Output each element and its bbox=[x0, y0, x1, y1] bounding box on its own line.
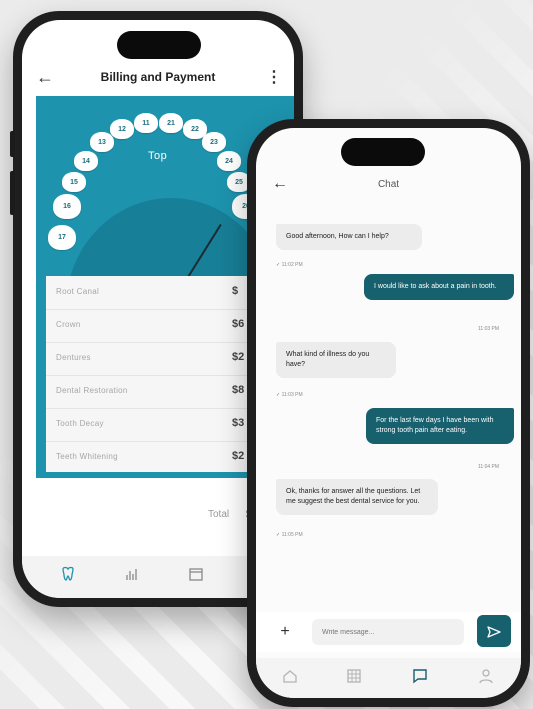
tooth-13[interactable]: 13 bbox=[90, 132, 114, 152]
user-icon[interactable] bbox=[478, 668, 494, 687]
service-price: $2 bbox=[232, 450, 245, 462]
jaw-label: Top bbox=[148, 150, 168, 162]
service-name: Dental Restoration bbox=[56, 386, 128, 395]
message-bubble-received: What kind of illness do you have? bbox=[276, 342, 396, 378]
service-name: Crown bbox=[56, 320, 81, 329]
service-price: $3 bbox=[232, 417, 245, 429]
message-bubble-sent: I would like to ask about a pain in toot… bbox=[364, 274, 514, 300]
service-price: $2 bbox=[232, 351, 245, 363]
tooth-icon[interactable] bbox=[60, 566, 76, 586]
message-bubble-sent: For the last few days I have been with s… bbox=[366, 408, 514, 444]
grid-icon[interactable] bbox=[346, 668, 362, 687]
service-price: $8 bbox=[232, 384, 245, 396]
message-bubble-received: Ok, thanks for answer all the questions.… bbox=[276, 479, 438, 515]
message-input[interactable] bbox=[312, 619, 464, 645]
chat-phone: ← Chat Good afternoon, How can I help? ✓… bbox=[247, 119, 530, 707]
message-composer: + bbox=[256, 612, 521, 652]
page-title: Chat bbox=[377, 179, 400, 190]
phone-volume-button bbox=[10, 171, 15, 215]
tooth-14[interactable]: 14 bbox=[74, 151, 98, 171]
tooth-16[interactable]: 16 bbox=[53, 194, 81, 219]
message-time: ✓ 11:02 PM bbox=[276, 262, 303, 268]
billing-header: ← Billing and Payment ⋮ bbox=[22, 60, 294, 100]
service-price: $6 bbox=[232, 318, 245, 330]
service-name: Root Canal bbox=[56, 287, 100, 296]
message-bubble-received: Good afternoon, How can I help? bbox=[276, 224, 422, 250]
message-time: ✓ 11:05 PM bbox=[276, 532, 303, 538]
message-time: 11:04 PM bbox=[478, 464, 500, 470]
send-icon[interactable] bbox=[477, 615, 511, 647]
tooth-21[interactable]: 21 bbox=[159, 113, 183, 133]
tooth-15[interactable]: 15 bbox=[62, 172, 86, 192]
tooth-23[interactable]: 23 bbox=[202, 132, 226, 152]
calendar-icon[interactable] bbox=[188, 566, 204, 586]
more-vertical-icon[interactable]: ⋮ bbox=[266, 67, 282, 87]
plus-icon[interactable]: + bbox=[272, 619, 298, 645]
service-name: Tooth Decay bbox=[56, 419, 104, 428]
tooth-11[interactable]: 11 bbox=[134, 113, 158, 133]
tooth-17[interactable]: 17 bbox=[48, 225, 76, 250]
service-name: Teeth Whitening bbox=[56, 452, 118, 461]
chart-icon[interactable] bbox=[124, 566, 140, 586]
dynamic-island bbox=[117, 31, 201, 59]
tooth-24[interactable]: 24 bbox=[217, 151, 241, 171]
service-name: Dentures bbox=[56, 353, 91, 362]
message-time: ✓ 11:03 PM bbox=[276, 392, 303, 398]
total-label: Total bbox=[208, 509, 230, 520]
chat-screen: ← Chat Good afternoon, How can I help? ✓… bbox=[256, 128, 521, 698]
phone-volume-button bbox=[10, 131, 15, 157]
chat-icon[interactable] bbox=[412, 668, 428, 687]
page-title: Billing and Payment bbox=[100, 70, 216, 84]
home-icon[interactable] bbox=[282, 668, 298, 687]
chat-tab-bar bbox=[256, 658, 521, 698]
message-time: 11:03 PM bbox=[478, 326, 500, 332]
tooth-12[interactable]: 12 bbox=[110, 119, 134, 139]
service-price: $ bbox=[232, 285, 239, 297]
dynamic-island bbox=[341, 138, 425, 166]
